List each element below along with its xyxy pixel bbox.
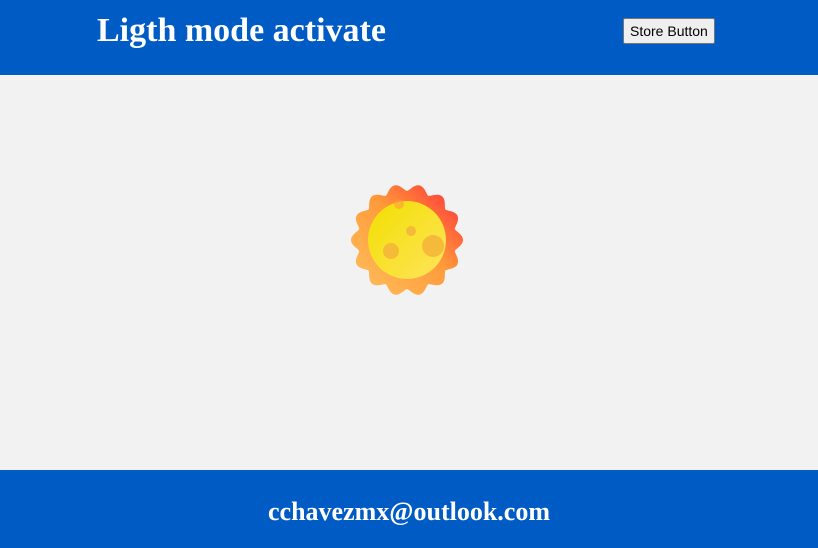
sun-spot [422, 235, 444, 257]
sun-icon[interactable] [349, 182, 465, 298]
sun-spot [394, 199, 404, 209]
sun-spot [383, 243, 399, 259]
store-button[interactable]: Store Button [623, 18, 715, 44]
footer-email: cchavezmx@outlook.com [268, 497, 550, 526]
sun-spot [406, 226, 416, 236]
app-footer: cchavezmx@outlook.com [0, 470, 818, 548]
app-header: Ligth mode activate Store Button [0, 0, 818, 75]
page-title: Ligth mode activate [97, 12, 386, 49]
